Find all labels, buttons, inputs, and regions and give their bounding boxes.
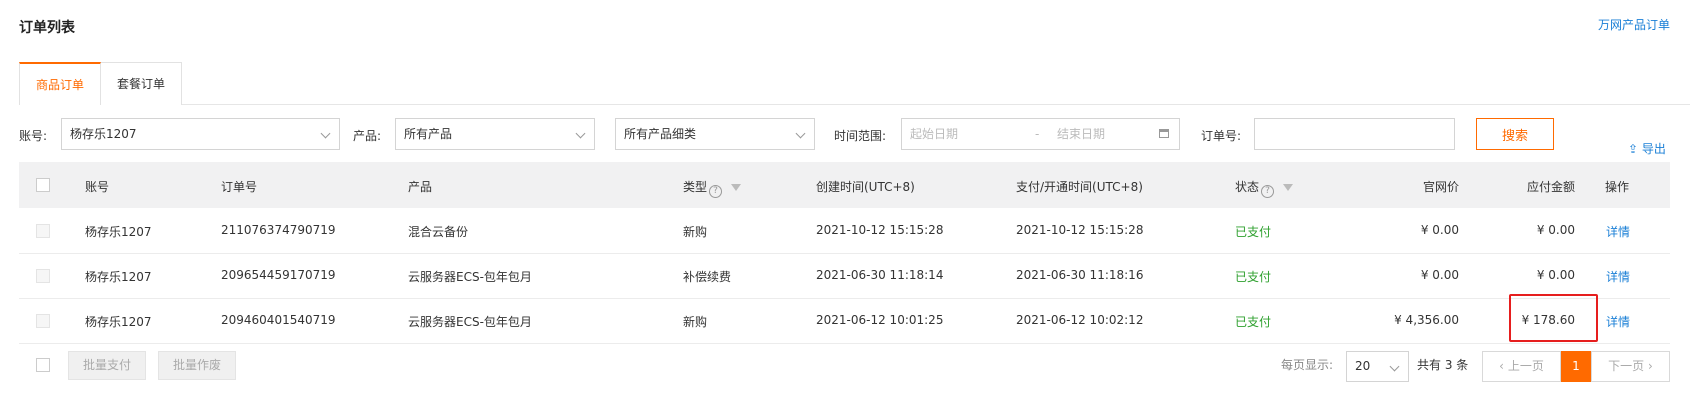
filter-icon[interactable] bbox=[1283, 184, 1294, 191]
time-range-label: 时间范围: bbox=[834, 129, 887, 143]
detail-link[interactable]: 详情 bbox=[1606, 268, 1630, 285]
product-select[interactable]: 所有产品 bbox=[395, 118, 595, 150]
next-page-button[interactable]: 下一页 › bbox=[1591, 351, 1670, 382]
row-checkbox[interactable] bbox=[36, 269, 50, 283]
col-status-label: 状态 bbox=[1235, 180, 1260, 194]
order-no-label: 订单号: bbox=[1201, 129, 1242, 143]
cell-type: 新购 bbox=[683, 225, 708, 239]
cell-order-no: 209460401540719 bbox=[221, 313, 336, 327]
col-actions: 操作 bbox=[1605, 180, 1630, 194]
end-date-input[interactable]: 结束日期 bbox=[1057, 119, 1105, 149]
cell-list-price: ¥ 0.00 bbox=[1420, 268, 1459, 282]
col-status[interactable]: 状态? bbox=[1235, 178, 1294, 198]
cell-paid-time: 2021-06-12 10:02:12 bbox=[1016, 313, 1144, 327]
cell-order-no: 211076374790719 bbox=[221, 223, 336, 237]
cell-status: 已支付 bbox=[1235, 315, 1272, 329]
col-product: 产品 bbox=[408, 180, 433, 194]
tab-product-orders[interactable]: 商品订单 bbox=[19, 62, 101, 105]
cell-product: 混合云备份 bbox=[408, 225, 469, 239]
select-all-checkbox[interactable] bbox=[36, 178, 50, 192]
chevron-down-icon bbox=[795, 128, 806, 139]
cell-order-no: 209654459170719 bbox=[221, 268, 336, 282]
cell-payable: ¥ 0.00 bbox=[1536, 223, 1575, 237]
row-checkbox[interactable] bbox=[36, 224, 50, 238]
col-account: 账号 bbox=[85, 180, 110, 194]
cell-status: 已支付 bbox=[1235, 225, 1272, 239]
calendar-icon[interactable] bbox=[1159, 129, 1169, 138]
row-divider bbox=[19, 343, 1670, 344]
col-type[interactable]: 类型? bbox=[683, 178, 742, 198]
search-button[interactable]: 搜索 bbox=[1476, 118, 1554, 150]
cell-list-price: ¥ 0.00 bbox=[1420, 223, 1459, 237]
cell-type: 补偿续费 bbox=[683, 270, 732, 284]
col-type-label: 类型 bbox=[683, 180, 708, 194]
cell-created: 2021-06-12 10:01:25 bbox=[816, 313, 944, 327]
wanwang-orders-link[interactable]: 万网产品订单 bbox=[1598, 16, 1670, 33]
export-button[interactable]: ⇪ 导出 bbox=[1628, 140, 1666, 157]
prev-page-button[interactable]: ‹ 上一页 bbox=[1482, 351, 1561, 382]
page-1-button[interactable]: 1 bbox=[1561, 351, 1591, 382]
tabs-divider bbox=[19, 104, 1690, 105]
col-created: 创建时间(UTC+8) bbox=[816, 180, 915, 194]
highlight-box bbox=[1509, 294, 1598, 342]
start-date-input[interactable]: 起始日期 bbox=[910, 127, 958, 141]
tab-package-orders[interactable]: 套餐订单 bbox=[100, 62, 182, 105]
detail-link[interactable]: 详情 bbox=[1606, 223, 1630, 240]
cell-account: 杨存乐1207 bbox=[85, 225, 152, 239]
chevron-down-icon bbox=[320, 128, 331, 139]
table-row: 杨存乐1207 211076374790719 混合云备份 新购 2021-10… bbox=[0, 208, 1690, 253]
account-label: 账号: bbox=[19, 129, 48, 143]
cell-paid-time: 2021-06-30 11:18:16 bbox=[1016, 268, 1144, 282]
col-payable: 应付金额 bbox=[1526, 180, 1575, 194]
col-order-no: 订单号 bbox=[221, 180, 258, 194]
date-range-picker[interactable]: 起始日期 - 结束日期 bbox=[901, 118, 1180, 150]
help-icon[interactable]: ? bbox=[1261, 185, 1275, 198]
per-page-value: 20 bbox=[1355, 359, 1371, 373]
col-list-price: 官网价 bbox=[1422, 180, 1459, 194]
detail-link[interactable]: 详情 bbox=[1606, 313, 1630, 330]
per-page-label: 每页显示: bbox=[1281, 358, 1334, 372]
filter-icon[interactable] bbox=[731, 184, 742, 191]
chevron-left-icon: ‹ bbox=[1499, 359, 1504, 373]
cell-paid-time: 2021-10-12 15:15:28 bbox=[1016, 223, 1144, 237]
cell-payable: ¥ 0.00 bbox=[1536, 268, 1575, 282]
cell-account: 杨存乐1207 bbox=[85, 270, 152, 284]
cell-product: 云服务器ECS-包年包月 bbox=[408, 315, 532, 329]
order-no-input[interactable] bbox=[1254, 118, 1455, 150]
total-count: 共有 3 条 bbox=[1417, 358, 1469, 372]
product-label: 产品: bbox=[353, 129, 382, 143]
cell-list-price: ¥ 4,356.00 bbox=[1394, 313, 1459, 327]
cell-product: 云服务器ECS-包年包月 bbox=[408, 270, 532, 284]
col-paid-time: 支付/开通时间(UTC+8) bbox=[1016, 180, 1143, 194]
batch-void-button[interactable]: 批量作废 bbox=[158, 351, 237, 380]
next-page-label: 下一页 bbox=[1608, 359, 1645, 373]
product-select-value: 所有产品 bbox=[404, 127, 453, 141]
date-range-separator: - bbox=[1035, 127, 1040, 141]
chevron-down-icon bbox=[575, 128, 586, 139]
cell-created: 2021-06-30 11:18:14 bbox=[816, 268, 944, 282]
export-icon: ⇪ bbox=[1628, 142, 1639, 156]
chevron-right-icon: › bbox=[1648, 359, 1653, 373]
export-label: 导出 bbox=[1641, 142, 1666, 156]
product-subcategory-select[interactable]: 所有产品细类 bbox=[615, 118, 815, 150]
cell-created: 2021-10-12 15:15:28 bbox=[816, 223, 944, 237]
help-icon[interactable]: ? bbox=[709, 185, 723, 198]
row-checkbox[interactable] bbox=[36, 314, 50, 328]
prev-page-label: 上一页 bbox=[1507, 359, 1544, 373]
batch-pay-button[interactable]: 批量支付 bbox=[68, 351, 147, 380]
cell-account: 杨存乐1207 bbox=[85, 315, 152, 329]
chevron-down-icon bbox=[1389, 361, 1400, 372]
account-select-value: 杨存乐1207 bbox=[70, 127, 137, 141]
subcategory-select-value: 所有产品细类 bbox=[624, 127, 697, 141]
table-row: 杨存乐1207 209460401540719 云服务器ECS-包年包月 新购 … bbox=[0, 299, 1690, 343]
account-select[interactable]: 杨存乐1207 bbox=[61, 118, 340, 150]
page-title: 订单列表 bbox=[19, 20, 75, 36]
per-page-select[interactable]: 20 bbox=[1346, 351, 1409, 382]
footer-select-all-checkbox[interactable] bbox=[36, 358, 50, 372]
cell-type: 新购 bbox=[683, 315, 708, 329]
table-row: 杨存乐1207 209654459170719 云服务器ECS-包年包月 补偿续… bbox=[0, 254, 1690, 298]
cell-status: 已支付 bbox=[1235, 270, 1272, 284]
